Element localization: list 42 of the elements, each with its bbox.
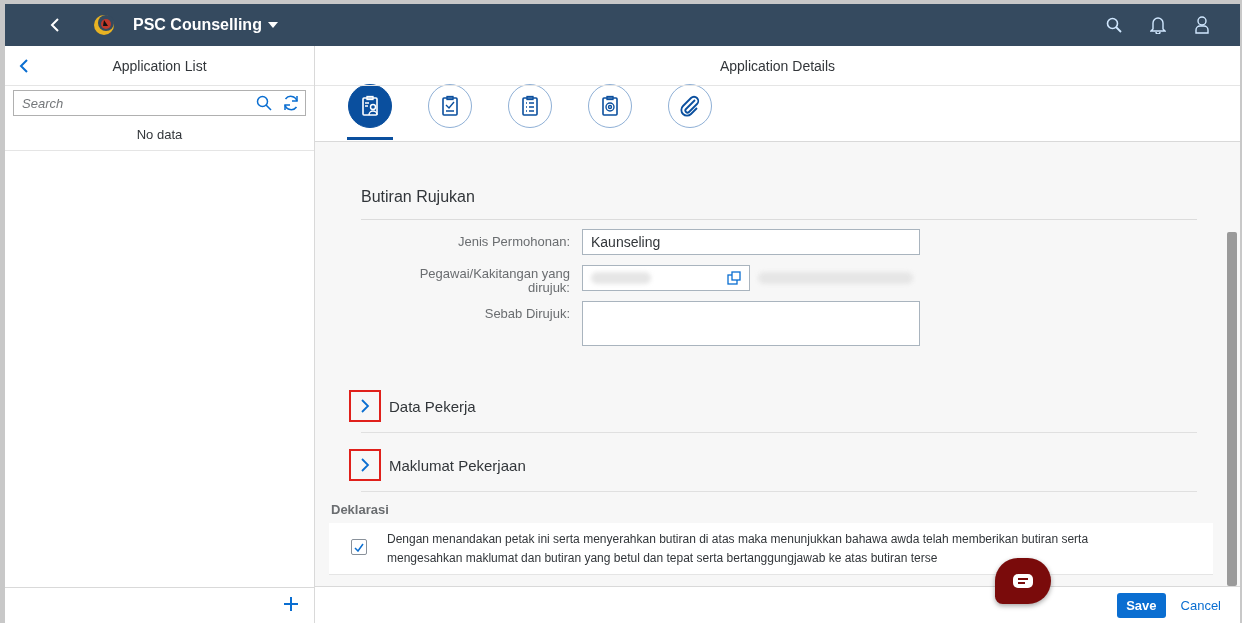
caret-icon [267,22,278,28]
paperclip-icon [679,95,701,117]
lookup-field[interactable] [582,265,750,291]
clipboard-icon [519,95,541,117]
field-label: Jenis Permohonan: [457,233,570,251]
chat-button[interactable] [995,558,1051,604]
declaration-title: Deklarasi [331,502,390,517]
clipboard-icon [439,95,461,117]
value-help-icon[interactable] [727,271,741,285]
text-field[interactable]: Kaunseling [582,229,920,255]
expand-button[interactable] [349,449,381,481]
user-icon [1194,16,1210,34]
clipboard-icon [599,95,621,117]
pane-title: Application Details [719,57,836,74]
plus-icon [284,597,298,611]
pane-title: Application List [112,57,207,74]
checkbox[interactable] [351,539,367,555]
section-title: Maklumat Pekerjaan [389,456,526,474]
app-title-menu[interactable]: PSC Counselling [133,16,278,34]
field-label: Pegawai/Kakitangan yang dirujuk: [418,265,570,295]
empty-message: No data [136,126,183,142]
chevron-icon [360,399,370,413]
save-button[interactable]: Save [1117,592,1166,618]
back-icon [19,58,29,74]
section-title: Data Pekerja [389,397,476,415]
bell-icon [1150,16,1166,34]
expand-button[interactable] [349,390,381,422]
search-icon[interactable] [256,95,272,111]
icon-tab[interactable] [347,84,393,140]
declaration-text: Dengan menandakan petak ini serta menyerahkan butiran di atas maka menunjukkan bahawa awda telah memberikan butiran serta mengesahkan maklumat dan butiran yang betul dan tepat serta bertanggungjawab ke atas butiran terse [387,531,1090,567]
refresh-icon[interactable] [282,94,300,112]
clipboard-icon [359,95,381,117]
chat-icon [1012,573,1034,589]
chevron-icon [360,458,370,472]
field-label: Sebab Dirujuk: [483,305,570,323]
logo-icon [93,14,115,36]
search-icon [1106,17,1122,33]
back-icon [49,17,61,33]
cancel-button[interactable]: Cancel [1171,592,1230,618]
search-field[interactable]: Search [13,90,306,116]
section-title: Butiran Rujukan [361,188,1197,220]
scrollbar-thumb[interactable] [1227,232,1237,586]
